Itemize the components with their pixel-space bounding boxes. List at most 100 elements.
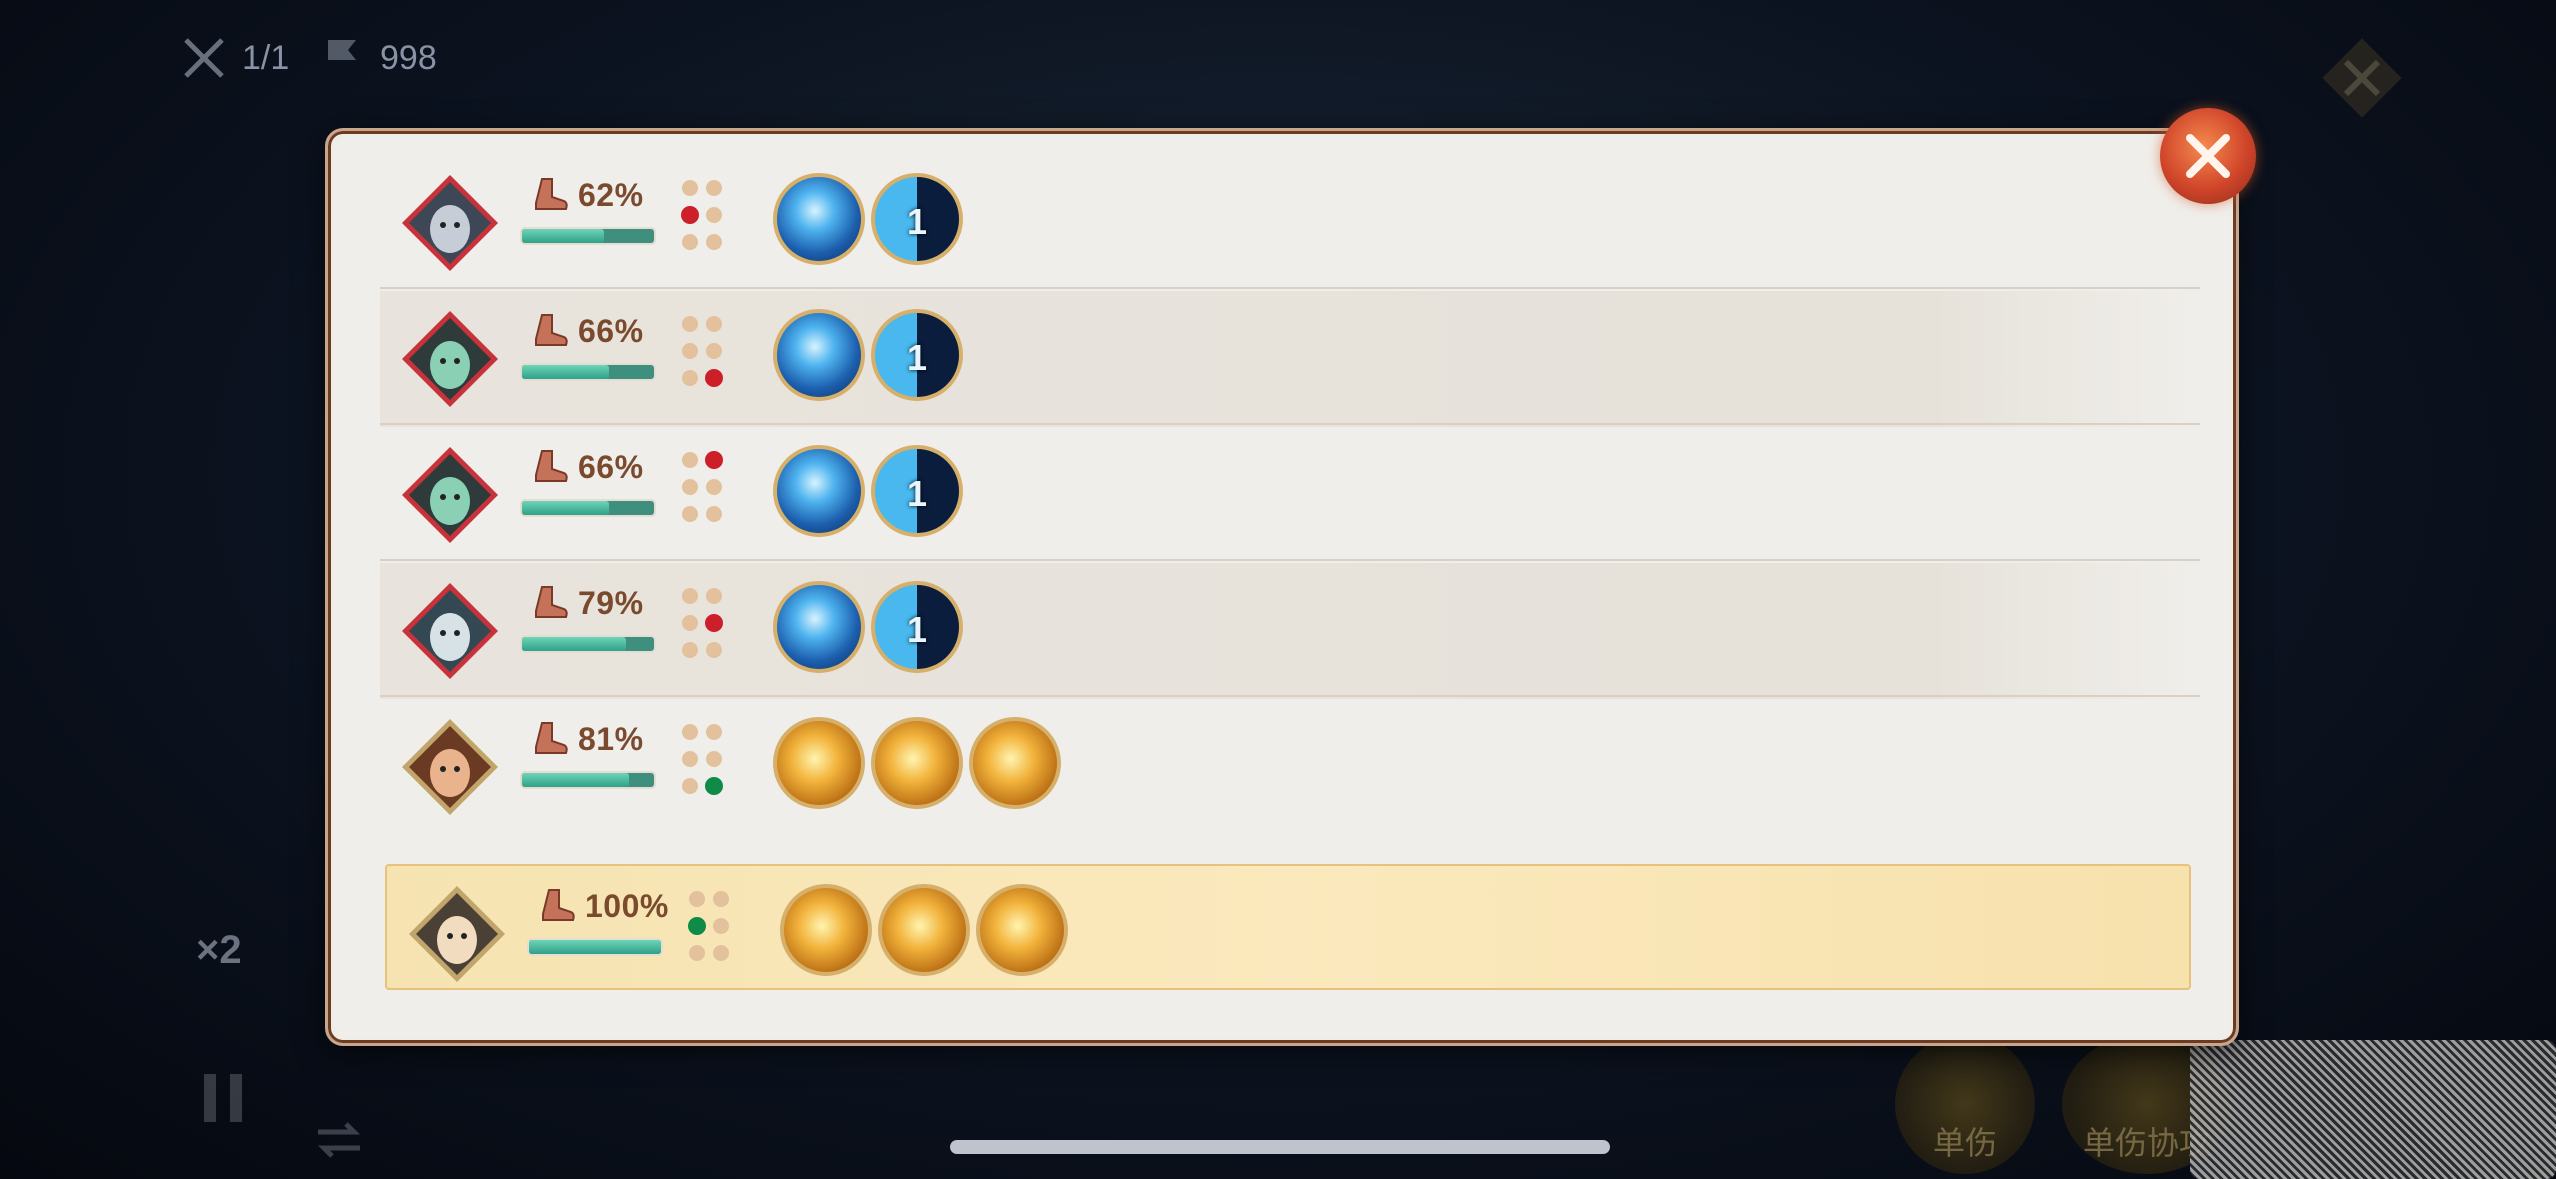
skill-icon[interactable] [878,884,970,976]
hp-bar [522,773,654,787]
formation-grid [682,451,723,522]
row-divider [380,695,2200,697]
boot-icon [535,314,568,346]
skill-icon[interactable]: 1 [871,309,963,401]
hp-bar [522,365,654,379]
unit-row[interactable]: 66% 1 [380,427,2200,563]
formation-dot [682,506,698,522]
hp-fill [529,940,661,954]
skill-icon[interactable]: 1 [871,581,963,673]
hp-bar [522,501,654,515]
stage-text: 1/1 [242,38,290,77]
skill-icon[interactable]: 1 [871,445,963,537]
formation-grid [688,891,729,961]
formation-dot [705,451,723,469]
formation-dot [706,479,722,495]
unit-row[interactable]: 62% 1 [380,155,2200,291]
skill-icon[interactable] [773,173,865,265]
crossed-swords-icon [184,38,224,78]
row-divider [380,559,2200,561]
boot-icon [542,889,575,921]
skill-icon[interactable] [976,884,1068,976]
formation-dot [713,918,729,934]
close-icon [2186,134,2230,178]
formation-dot [706,234,722,250]
unit-portrait[interactable] [400,581,500,681]
formation-dot [706,588,722,604]
skill-list: 1 [773,445,963,537]
formation-dot [705,614,723,632]
formation-dot [706,316,722,332]
skill-list: 1 [773,173,963,265]
unit-portrait[interactable] [407,884,507,984]
formation-dot [682,642,698,658]
hp-percent: 66% [578,313,644,349]
formation-dot [682,452,698,468]
swap-icon[interactable] [314,1118,364,1162]
skill-charge: 1 [906,337,928,378]
speed-toggle[interactable]: ×2 [196,928,242,973]
formation-dot [706,751,722,767]
formation-dot [682,778,698,794]
flag-icon [328,40,356,78]
formation-dot [682,479,698,495]
hp-fill [522,773,629,787]
hp-fill [522,501,610,515]
unit-portrait[interactable] [400,717,500,817]
row-divider [380,423,2200,425]
formation-grid [682,588,723,658]
hp-bar [522,637,654,651]
skill-icon[interactable] [871,717,963,809]
boot-icon [535,722,568,754]
formation-dot [706,506,722,522]
skill-icon[interactable] [969,717,1061,809]
unit-portrait[interactable] [400,173,500,273]
pause-icon[interactable] [200,1070,246,1126]
hp-percent: 100% [585,888,669,924]
hp-percent: 81% [578,721,644,757]
formation-dot [706,724,722,740]
skill-icon[interactable] [773,445,865,537]
formation-dot [689,891,705,907]
skill-charge: 1 [906,201,928,242]
skill-list: 1 [773,309,963,401]
row-divider [380,287,2200,289]
formation-dot [713,891,729,907]
skill-list [773,717,1061,809]
skill-icon[interactable] [773,309,865,401]
unit-row[interactable]: 81% [380,699,2200,835]
settings-emblem-icon[interactable] [2318,34,2406,122]
unit-row[interactable]: 79% 1 [380,563,2200,699]
skill-list: 1 [773,581,963,673]
formation-dot [682,370,698,386]
hp-bar [522,229,654,243]
obscured-area [2190,1040,2556,1179]
formation-dot [682,724,698,740]
close-button[interactable] [2160,108,2256,204]
hp-percent: 79% [578,585,644,621]
formation-dot [688,917,706,935]
formation-grid [682,724,723,795]
unit-row[interactable]: 100% [385,864,2191,990]
unit-portrait[interactable] [400,309,500,409]
formation-dot [706,207,722,223]
coin-text: 998 [380,38,437,77]
skill-icon[interactable] [773,581,865,673]
unit-portrait[interactable] [400,445,500,545]
hp-fill [522,637,627,651]
coin-counter: 998 [318,34,437,82]
skill-icon[interactable]: 1 [871,173,963,265]
skill-icon[interactable] [780,884,872,976]
formation-grid [682,316,723,387]
unit-status-panel: 62% 1 66% 1 66% 1 79% 1 81% 100% [325,128,2239,1046]
single-damage-button[interactable]: 单伤 [1895,1034,2035,1174]
boot-icon [535,450,568,482]
formation-dot [681,206,699,224]
formation-dot [705,369,723,387]
hp-bar [529,940,661,954]
formation-dot [706,343,722,359]
formation-dot [682,343,698,359]
unit-row[interactable]: 66% 1 [380,291,2200,427]
skill-icon[interactable] [773,717,865,809]
hp-fill [522,229,604,243]
